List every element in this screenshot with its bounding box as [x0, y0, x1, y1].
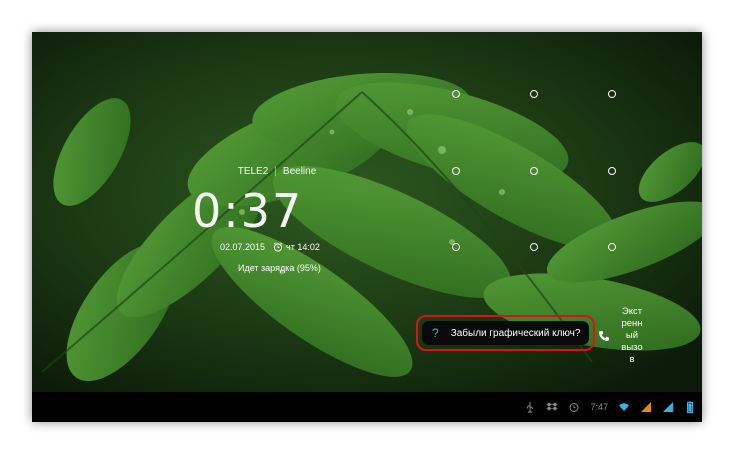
emergency-call-button[interactable]: Экст ренн ый вызо в [598, 306, 668, 372]
date-text: 02.07.2015 [220, 242, 266, 252]
date-alarm-row: 02.07.2015 чт 14:02 [220, 242, 370, 252]
phone-icon [599, 331, 609, 341]
emergency-line: ренн [621, 318, 643, 329]
emergency-line: ый [625, 330, 639, 341]
carrier-primary: TELE2 [237, 166, 269, 177]
clock-time: 0:37 [192, 184, 304, 238]
lock-clock: 0:37 [192, 184, 332, 238]
battery-icon [687, 401, 693, 413]
usb-icon [527, 402, 534, 413]
emergency-line: вызо [621, 342, 643, 353]
pattern-lock-grid[interactable] [440, 77, 640, 277]
pattern-dot[interactable] [452, 167, 460, 175]
system-status-bar: 7:47 [32, 392, 702, 422]
alarm-text: чт 14:02 [286, 242, 320, 252]
signal-icon [663, 402, 673, 412]
signal-icon [641, 402, 651, 412]
device-screen: TELE2 | Beeline 0:37 02.07.2015 чт 14:02 И… [32, 32, 702, 422]
emergency-line: в [629, 354, 635, 365]
pattern-dot[interactable] [608, 167, 616, 175]
alarm-clock-icon [273, 242, 283, 252]
forgot-pattern-label: Забыли графический ключ? [450, 327, 581, 339]
carrier-secondary: Beeline [282, 166, 317, 177]
pattern-dot[interactable] [452, 243, 460, 251]
wifi-icon [619, 403, 629, 411]
alarm-icon [569, 403, 579, 412]
pattern-dot[interactable] [452, 90, 460, 98]
alarm-info: чт 14:02 [273, 242, 320, 252]
dropbox-icon [546, 402, 558, 411]
carrier-separator: | [274, 166, 277, 177]
pattern-dot[interactable] [530, 243, 538, 251]
forgot-pattern-button[interactable]: ? Забыли графический ключ? [422, 321, 589, 345]
emergency-call-label: Экст ренн ый вызо в [614, 306, 650, 366]
pattern-dot[interactable] [530, 167, 538, 175]
pattern-dot[interactable] [608, 90, 616, 98]
pattern-dot[interactable] [530, 90, 538, 98]
carrier-info: TELE2 | Beeline [212, 166, 342, 177]
pattern-dot[interactable] [608, 243, 616, 251]
forgot-pattern-highlight: ? Забыли графический ключ? [416, 315, 595, 351]
status-time: 7:47 [590, 402, 608, 412]
question-icon: ? [432, 326, 439, 340]
emergency-line: Экст [621, 306, 643, 317]
charging-status: Идет зарядка (95%) [238, 263, 321, 273]
